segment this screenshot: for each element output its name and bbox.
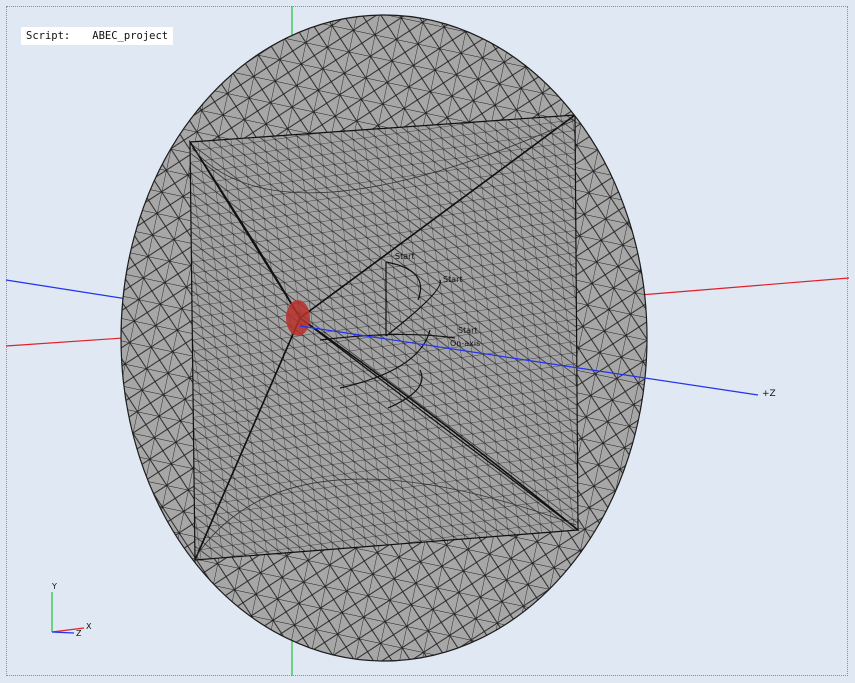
- on-axis-label: On-axis: [450, 339, 480, 348]
- start-label-top: Start: [395, 252, 415, 261]
- start-label-mid: Start: [443, 275, 463, 284]
- start-label-right: Start: [458, 326, 478, 335]
- horn-mesh[interactable]: [188, 113, 580, 561]
- script-info-label: Script: ABEC_project: [21, 27, 174, 45]
- script-name-text: ABEC_project: [92, 30, 169, 42]
- mesh-scene[interactable]: +Z Start Start Start On-axis Y X Z: [0, 0, 855, 683]
- triad-x-label: X: [86, 622, 92, 631]
- triad-y-label: Y: [51, 582, 57, 591]
- script-label-text: Script:: [26, 30, 71, 42]
- orientation-triad: Y X Z: [51, 582, 92, 638]
- z-axis-label: +Z: [762, 389, 776, 399]
- 3d-viewport[interactable]: +Z Start Start Start On-axis Y X Z Scrip…: [0, 0, 855, 683]
- x-axis-line-right: [639, 277, 850, 296]
- triad-z-label: Z: [76, 629, 82, 638]
- throat-region: [286, 300, 310, 336]
